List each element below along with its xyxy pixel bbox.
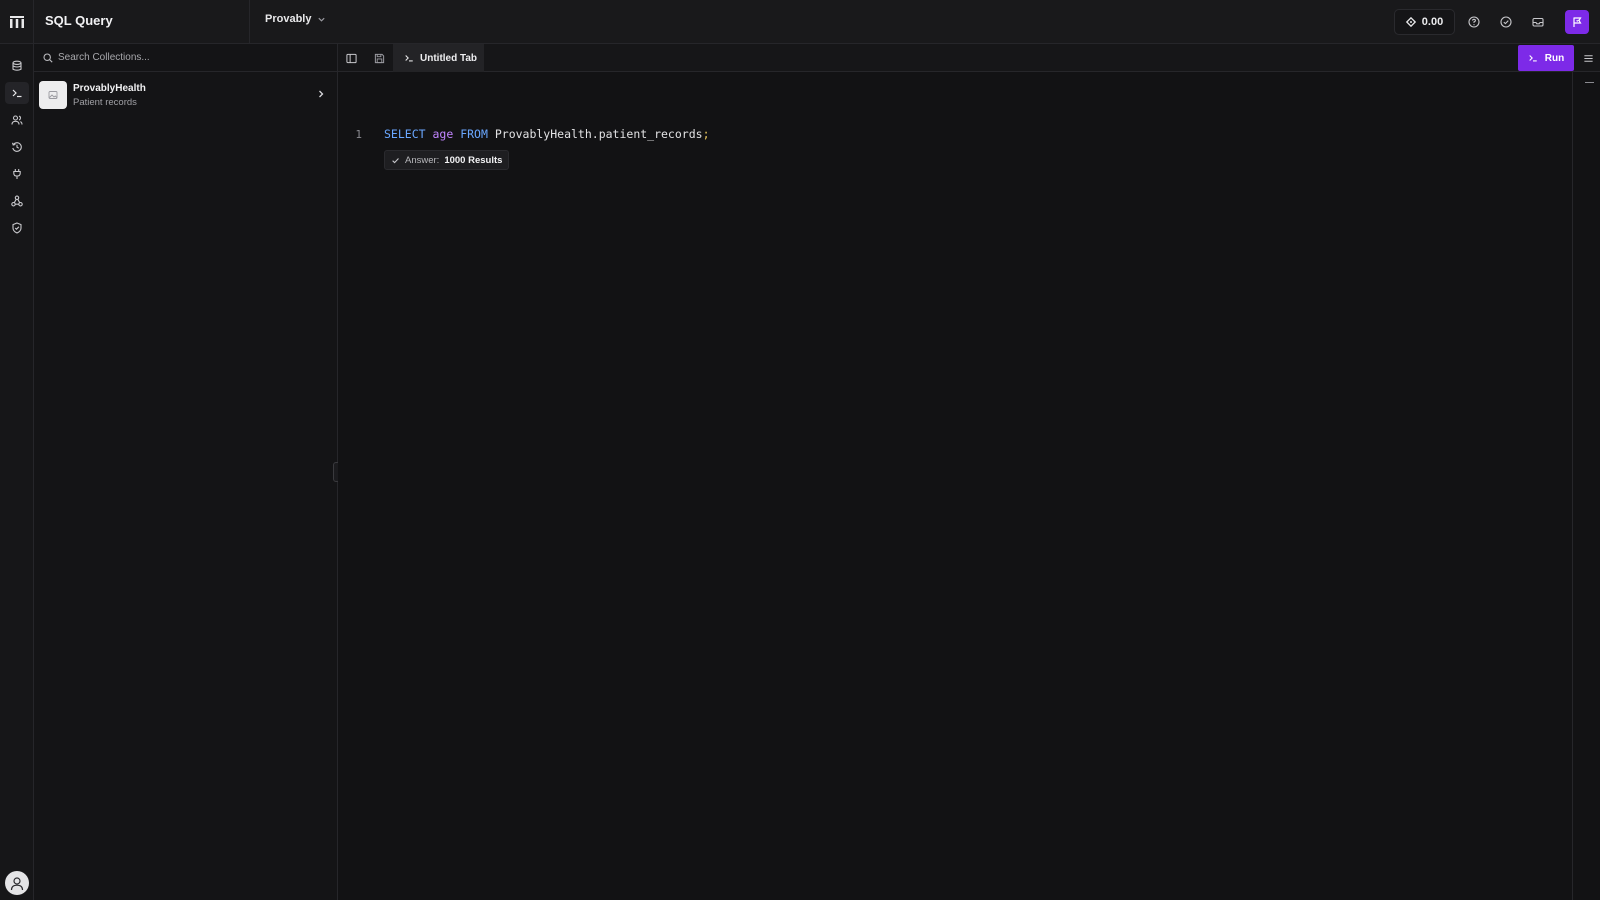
minimap-line [1585, 82, 1594, 83]
feedback-button[interactable] [1565, 10, 1589, 34]
search-input[interactable] [58, 52, 318, 63]
run-label: Run [1544, 52, 1565, 64]
history-icon [11, 142, 22, 152]
rail-item-integrations[interactable] [5, 163, 29, 185]
collection-thumbnail [39, 81, 67, 109]
image-placeholder-icon [48, 91, 58, 99]
credits-balance[interactable]: 0.00 [1394, 9, 1455, 35]
save-query-button[interactable] [369, 48, 389, 68]
chevron-down-icon [318, 17, 326, 22]
rail-item-security[interactable] [5, 217, 29, 239]
page-title: SQL Query [45, 13, 113, 28]
collections-search [34, 44, 338, 72]
sql-table: ProvablyHealth.patient_records [494, 127, 703, 141]
grid-logo-icon [9, 16, 24, 28]
save-icon [374, 53, 384, 63]
shield-icon [12, 222, 22, 234]
help-button[interactable] [1464, 12, 1484, 32]
menu-lines-icon [1583, 54, 1593, 62]
org-name: Provably [265, 13, 312, 25]
app-root: SQL Query Provably 0.00 Search Collectio… [0, 0, 1600, 900]
query-editor: Untitled Tab Run 1 SELECT age FROM Prova… [338, 44, 1600, 900]
rail-item-history[interactable] [5, 136, 29, 158]
header-divider [249, 0, 250, 44]
collection-description: Patient records [73, 96, 137, 108]
rail-item-users[interactable] [5, 109, 29, 131]
run-query-button[interactable]: Run [1518, 45, 1574, 71]
network-icon [11, 195, 23, 207]
icon-rail [0, 44, 34, 900]
minimap[interactable] [1572, 72, 1600, 900]
rail-item-databases[interactable] [5, 55, 29, 77]
check-icon [392, 157, 399, 163]
terminal-icon [1529, 55, 1537, 62]
sidebar-panel-icon [345, 53, 357, 63]
app-logo-button[interactable] [0, 0, 34, 44]
status-button[interactable] [1496, 12, 1516, 32]
terminal-icon [405, 55, 413, 62]
terminal-icon [12, 89, 22, 98]
sql-column: age [432, 127, 454, 141]
answer-value: 1000 Results [444, 154, 503, 166]
help-icon [1468, 16, 1480, 28]
collection-item-provablyhealth[interactable]: ProvablyHealth Patient records [39, 80, 332, 110]
database-icon [12, 60, 22, 71]
diamond-icon [1405, 17, 1416, 27]
collections-panel: ProvablyHealth Patient records [34, 44, 338, 900]
rail-item-sql-query[interactable] [5, 82, 29, 104]
answer-label: Answer: [405, 154, 440, 166]
inbox-icon [1532, 17, 1544, 27]
sql-terminator: ; [702, 127, 710, 141]
feedback-flag-icon [1573, 17, 1582, 27]
top-header: SQL Query Provably 0.00 [0, 0, 1600, 44]
sql-keyword-select: SELECT [384, 127, 426, 141]
collection-name: ProvablyHealth [73, 82, 146, 94]
users-icon [11, 115, 23, 125]
check-circle-icon [1500, 16, 1512, 28]
user-avatar-button[interactable] [5, 871, 29, 895]
inbox-button[interactable] [1528, 12, 1548, 32]
org-switcher[interactable]: Provably [265, 13, 326, 25]
editor-tabbar: Untitled Tab Run [338, 44, 1600, 72]
sql-code-line[interactable]: SELECT age FROM ProvablyHealth.patient_r… [384, 127, 710, 141]
balance-value: 0.00 [1421, 16, 1444, 28]
user-avatar-icon [10, 877, 24, 891]
line-number: 1 [355, 128, 362, 141]
rail-item-network[interactable] [5, 190, 29, 212]
tab-label: Untitled Tab [420, 52, 478, 64]
answer-badge: Answer: 1000 Results [384, 150, 510, 170]
chevron-right-icon[interactable] [316, 89, 326, 99]
toggle-sidebar-button[interactable] [341, 48, 361, 68]
sql-keyword-from: FROM [460, 127, 488, 141]
code-area[interactable]: 1 SELECT age FROM ProvablyHealth.patient… [338, 72, 1572, 900]
search-icon [43, 52, 53, 63]
tab-untitled[interactable]: Untitled Tab [393, 44, 484, 72]
editor-menu-button[interactable] [1578, 48, 1598, 68]
plug-icon [13, 169, 21, 179]
